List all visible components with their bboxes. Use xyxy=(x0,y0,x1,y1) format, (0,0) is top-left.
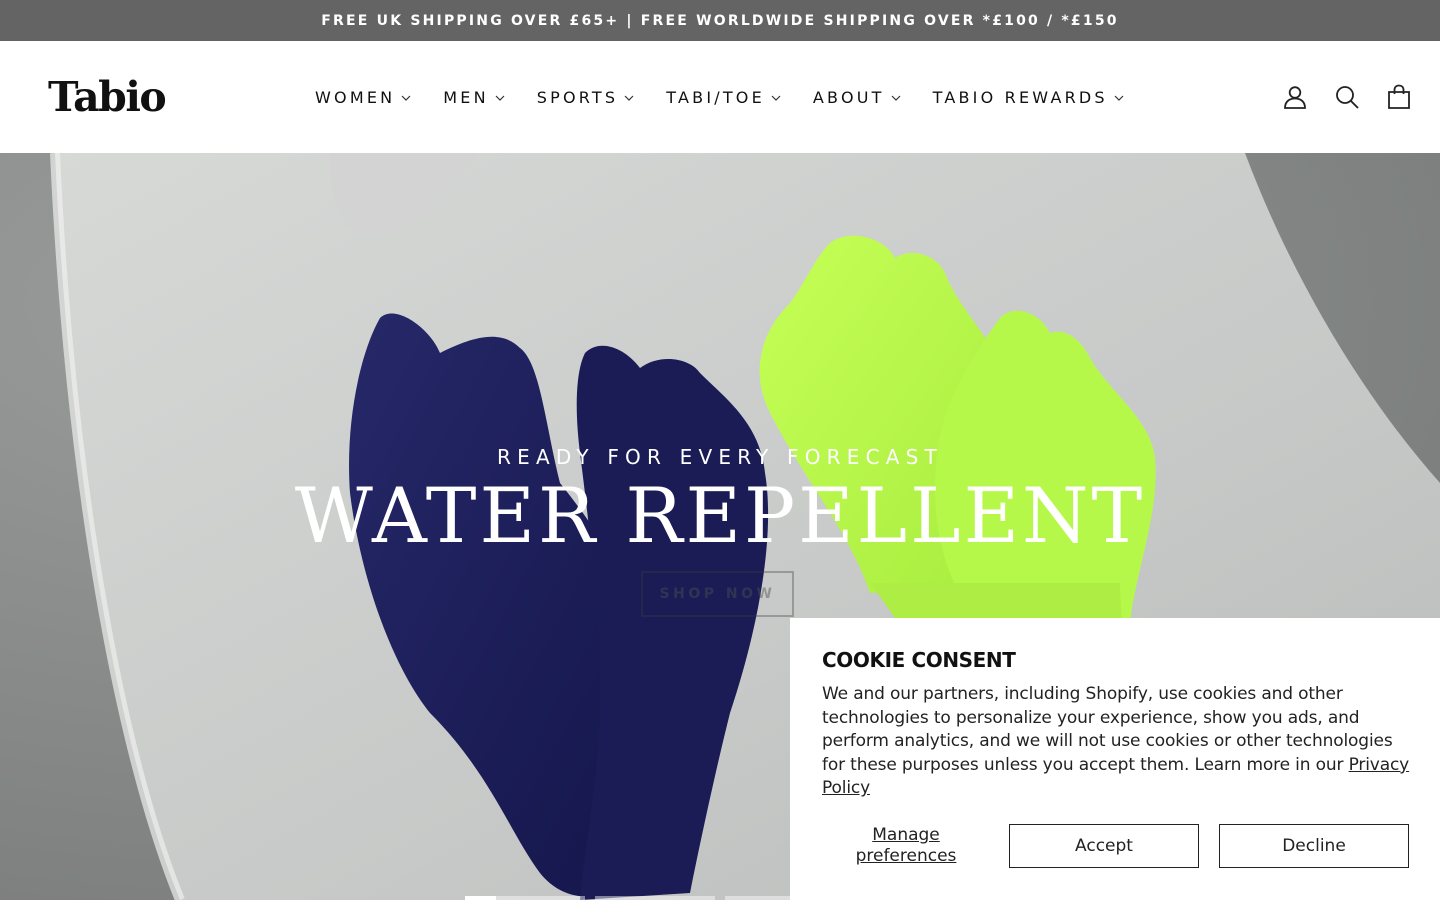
site-header: Tabio WOMEN MEN SPORTS TABI/TOE ABOUT TA… xyxy=(0,41,1440,153)
shop-now-button[interactable]: SHOP NOW xyxy=(641,571,794,617)
nav-item-label: TABI/TOE xyxy=(666,87,765,107)
site-logo[interactable]: Tabio xyxy=(48,75,167,119)
slide-dot[interactable] xyxy=(595,896,715,900)
nav-item-tabio-rewards[interactable]: TABIO REWARDS xyxy=(918,88,1141,107)
nav-item-label: MEN xyxy=(443,87,489,107)
slide-dot[interactable] xyxy=(465,896,585,900)
account-icon[interactable] xyxy=(1282,84,1308,110)
nav-item-men[interactable]: MEN xyxy=(428,88,521,107)
nav-item-label: TABIO REWARDS xyxy=(932,87,1108,107)
hero-subheading: READY FOR EVERY FORECAST xyxy=(497,445,943,469)
cookie-body: We and our partners, including Shopify, … xyxy=(822,683,1412,801)
chevron-down-icon xyxy=(769,90,783,104)
nav-item-label: WOMEN xyxy=(315,87,396,107)
chevron-down-icon xyxy=(889,90,903,104)
nav-item-women[interactable]: WOMEN xyxy=(300,88,428,107)
accept-button[interactable]: Accept xyxy=(1009,824,1199,868)
cookie-body-text: We and our partners, including Shopify, … xyxy=(822,684,1393,775)
nav-item-label: SPORTS xyxy=(536,87,619,107)
cart-icon[interactable] xyxy=(1386,84,1412,110)
nav-item-label: ABOUT xyxy=(812,87,885,107)
chevron-down-icon xyxy=(493,90,507,104)
decline-button[interactable]: Decline xyxy=(1219,824,1409,868)
cookie-consent-banner: COOKIE CONSENT We and our partners, incl… xyxy=(790,618,1440,900)
nav-item-about[interactable]: ABOUT xyxy=(798,88,918,107)
cookie-actions: Manage preferences Accept Decline xyxy=(822,824,1409,868)
nav-item-sports[interactable]: SPORTS xyxy=(522,88,651,107)
cookie-title: COOKIE CONSENT xyxy=(822,648,1016,672)
announcement-bar: FREE UK SHIPPING OVER £65+ | FREE WORLDW… xyxy=(0,0,1440,41)
chevron-down-icon xyxy=(1112,90,1126,104)
hero-headline: WATER REPELLENT xyxy=(294,471,1146,560)
search-icon[interactable] xyxy=(1334,84,1360,110)
manage-preferences-button[interactable]: Manage preferences xyxy=(822,824,990,868)
slideshow-dots xyxy=(465,896,845,900)
chevron-down-icon xyxy=(622,90,636,104)
announcement-text: FREE UK SHIPPING OVER £65+ | FREE WORLDW… xyxy=(321,12,1119,29)
header-icons xyxy=(1282,41,1412,153)
chevron-down-icon xyxy=(399,90,413,104)
nav-item-tabi-toe[interactable]: TABI/TOE xyxy=(651,88,798,107)
main-nav: WOMEN MEN SPORTS TABI/TOE ABOUT TABIO RE… xyxy=(300,41,1141,153)
